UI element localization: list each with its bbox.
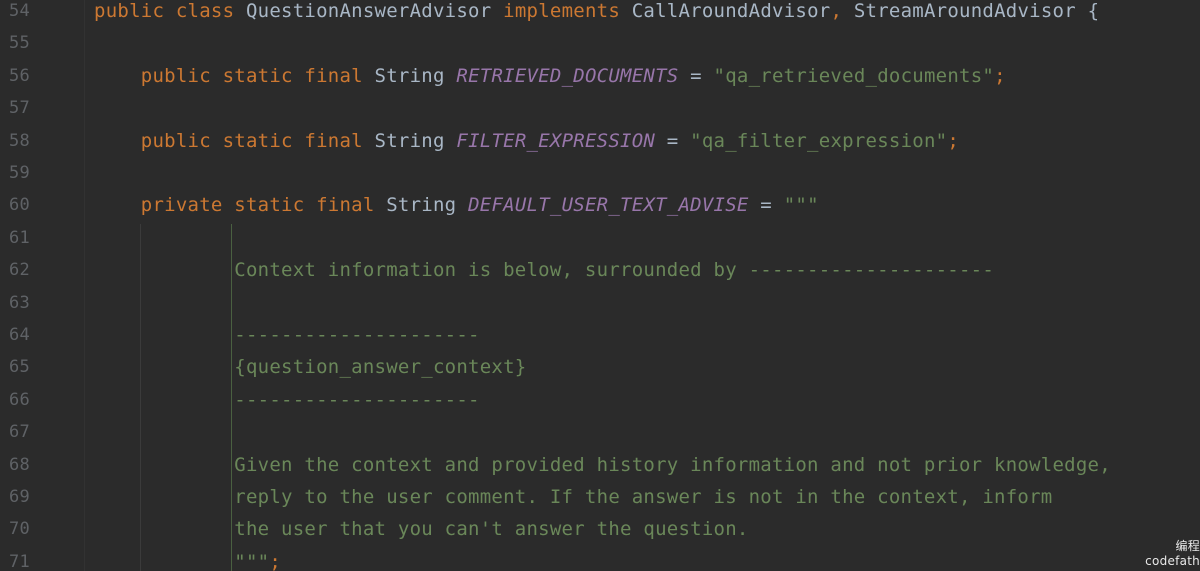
line-number: 68 bbox=[9, 454, 30, 475]
code-token: "qa_retrieved_documents" bbox=[713, 64, 995, 87]
code-token: """ bbox=[94, 550, 270, 571]
code-token: --------------------- bbox=[94, 388, 480, 411]
code-line[interactable]: 56 public static final String RETRIEVED_… bbox=[0, 60, 1200, 92]
code-line[interactable]: 70 the user that you can't answer the qu… bbox=[0, 513, 1200, 545]
line-number: 69 bbox=[9, 487, 30, 507]
line-number: 54 bbox=[9, 1, 30, 21]
code-token: reply to the user comment. If the answer… bbox=[94, 486, 1053, 508]
code-token: the user that you can't answer the quest… bbox=[94, 518, 749, 541]
code-line[interactable]: 67 bbox=[0, 416, 1200, 448]
code-line[interactable]: 55 bbox=[0, 27, 1200, 59]
code-token: RETRIEVED_DOCUMENTS bbox=[456, 64, 679, 87]
code-line[interactable]: 60 private static final String DEFAULT_U… bbox=[0, 189, 1200, 221]
code-token: ; bbox=[269, 550, 282, 571]
line-number: 71 bbox=[9, 551, 30, 571]
code-line[interactable]: 64 --------------------- bbox=[0, 319, 1200, 351]
code-editor[interactable]: 54 public class QuestionAnswerAdvisor imp… bbox=[0, 0, 1200, 571]
code-token: implements bbox=[503, 0, 632, 22]
line-code: public static final String RETRIEVED_DOC… bbox=[94, 60, 1006, 92]
code-token: String bbox=[386, 194, 469, 217]
line-number: 66 bbox=[9, 389, 30, 410]
line-code: public static final String FILTER_EXPRES… bbox=[94, 125, 959, 157]
line-code: private static final String DEFAULT_USER… bbox=[94, 189, 819, 221]
code-token: String bbox=[374, 64, 457, 87]
line-number: 67 bbox=[9, 422, 30, 443]
code-line[interactable]: 63 bbox=[0, 287, 1200, 319]
code-line[interactable]: 71 """; bbox=[0, 546, 1200, 571]
code-line[interactable]: 68 Given the context and provided histor… bbox=[0, 449, 1200, 481]
code-token: private static final bbox=[94, 194, 387, 217]
code-token: "qa_filter_expression" bbox=[690, 129, 948, 152]
line-code: --------------------- bbox=[94, 384, 480, 416]
code-token: """ bbox=[783, 194, 819, 217]
code-line[interactable]: 65 {question_answer_context} bbox=[0, 351, 1200, 383]
code-token: public static final bbox=[94, 64, 375, 87]
code-line[interactable]: 62 Context information is below, surroun… bbox=[0, 254, 1200, 286]
watermark-line-2: codefath bbox=[1145, 554, 1200, 568]
line-code: """; bbox=[94, 546, 281, 571]
code-line[interactable]: 54 public class QuestionAnswerAdvisor imp… bbox=[0, 0, 1200, 27]
code-token: QuestionAnswerAdvisor bbox=[245, 0, 504, 22]
code-line[interactable]: 61 bbox=[0, 222, 1200, 254]
code-token: Given the context and provided history i… bbox=[94, 453, 1111, 476]
line-code: the user that you can't answer the quest… bbox=[94, 513, 749, 545]
line-number: 55 bbox=[9, 33, 30, 54]
code-line[interactable]: 59 bbox=[0, 157, 1200, 189]
line-number: 57 bbox=[9, 98, 30, 119]
code-token: = bbox=[678, 64, 714, 87]
line-number: 59 bbox=[9, 163, 30, 183]
line-number: 56 bbox=[9, 65, 30, 86]
line-code: {question_answer_context} bbox=[94, 351, 527, 383]
line-number: 58 bbox=[9, 130, 30, 151]
code-token: , bbox=[830, 0, 854, 22]
code-token: CallAroundAdvisor bbox=[631, 0, 831, 22]
code-token: String bbox=[374, 129, 457, 152]
line-number: 61 bbox=[9, 227, 30, 248]
code-token: = bbox=[748, 194, 784, 217]
watermark: 编程 codefath bbox=[1145, 539, 1200, 569]
line-number: 65 bbox=[9, 357, 30, 378]
watermark-line-1: 编程 bbox=[1175, 539, 1200, 553]
code-token: {question_answer_context} bbox=[94, 356, 527, 379]
line-number: 63 bbox=[9, 292, 30, 313]
code-token: ; bbox=[947, 129, 960, 152]
code-line[interactable]: 66 --------------------- bbox=[0, 384, 1200, 416]
code-token: public static final bbox=[94, 129, 375, 152]
code-token: ; bbox=[994, 64, 1006, 87]
line-number: 70 bbox=[9, 519, 30, 540]
code-token: public class bbox=[94, 0, 246, 22]
code-token: --------------------- bbox=[94, 324, 480, 346]
line-code: Given the context and provided history i… bbox=[94, 449, 1111, 481]
code-token: StreamAroundAdvisor { bbox=[853, 0, 1100, 22]
line-code: Context information is below, surrounded… bbox=[94, 254, 994, 286]
line-code: public class QuestionAnswerAdvisor imple… bbox=[94, 0, 1099, 27]
code-token: DEFAULT_USER_TEXT_ADVISE bbox=[468, 194, 749, 217]
code-token: Context information is below, surrounded… bbox=[94, 259, 995, 282]
line-code: --------------------- bbox=[94, 319, 480, 351]
code-token: FILTER_EXPRESSION bbox=[456, 129, 656, 152]
code-line[interactable]: 58 public static final String FILTER_EXP… bbox=[0, 125, 1200, 157]
line-number: 64 bbox=[9, 325, 30, 345]
line-number: 60 bbox=[9, 195, 30, 216]
code-line[interactable]: 57 bbox=[0, 92, 1200, 124]
line-number: 62 bbox=[9, 260, 30, 281]
code-token: = bbox=[655, 129, 691, 152]
line-code: reply to the user comment. If the answer… bbox=[94, 481, 1053, 513]
code-line[interactable]: 69 reply to the user comment. If the ans… bbox=[0, 481, 1200, 513]
